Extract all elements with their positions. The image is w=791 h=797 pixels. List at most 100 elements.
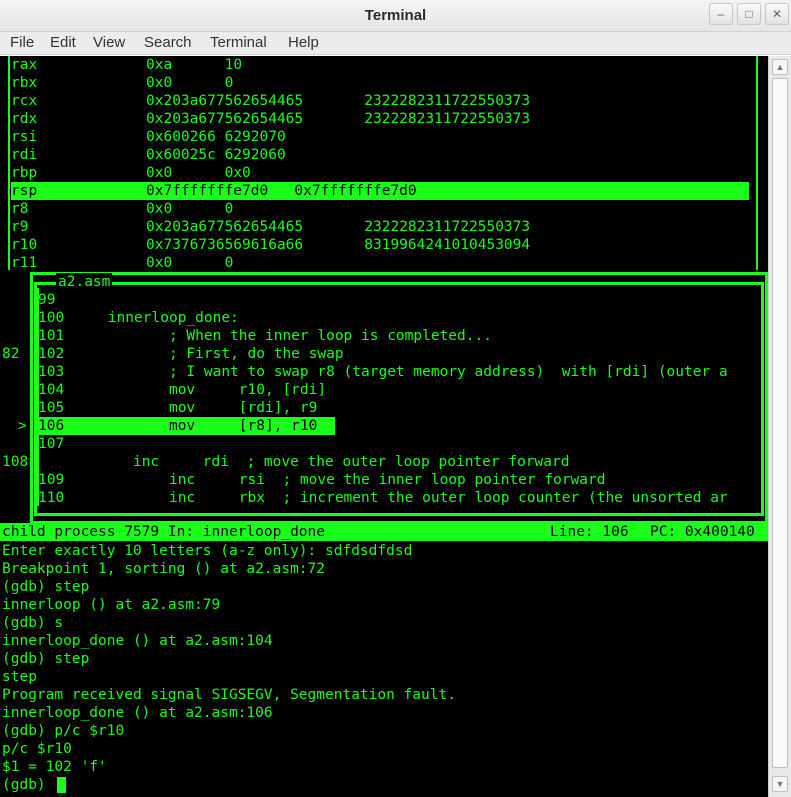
register-hex-value: 0x203a677562654465 <box>146 219 304 235</box>
register-row-rbx: rbx 0x0 0 <box>11 74 233 92</box>
console-line: (gdb) step <box>2 579 90 595</box>
source-line-100[interactable]: 100 innerloop_done: <box>38 309 239 327</box>
register-spacer <box>303 111 364 127</box>
console-line: innerloop () at a2.asm:79 <box>2 597 221 613</box>
register-hex-value: 0xa <box>146 57 173 73</box>
scroll-down-icon[interactable]: ▼ <box>772 776 788 792</box>
menu-terminal[interactable]: Terminal <box>208 34 269 51</box>
register-spacer <box>172 57 224 73</box>
register-name: r9 <box>11 219 29 235</box>
register-hex-value: 0x203a677562654465 <box>146 111 304 127</box>
register-row-rsp: rsp 0x7fffffffe7d0 0x7fffffffe7d0 <box>11 182 749 200</box>
register-row-rsi: rsi 0x600266 6292070 <box>11 128 286 146</box>
register-row-rcx: rcx 0x203a677562654465 232228231172255037… <box>11 92 530 110</box>
source-line-101[interactable]: 101 ; When the inner loop is completed..… <box>38 327 492 345</box>
menu-search[interactable]: Search <box>142 34 194 51</box>
register-name: r11 <box>11 255 38 271</box>
source-line-code: ; When the inner loop is completed... <box>64 328 492 344</box>
minimize-icon[interactable]: – <box>709 3 733 25</box>
register-hex-value: 0x0 <box>146 201 173 217</box>
register-row-r11: r11 0x0 0 <box>11 254 233 272</box>
source-line-number: 105 <box>38 400 65 416</box>
console-line: Enter exactly 10 letters (a-z only): sdf… <box>2 543 413 559</box>
menu-edit[interactable]: Edit <box>48 34 78 51</box>
register-natural-value: 0x7fffffffe7d0 <box>294 183 417 199</box>
register-hex-value: 0x0 <box>146 255 173 271</box>
register-name: rdi <box>11 147 38 163</box>
register-spacer <box>216 129 225 145</box>
register-hex-value: 0x7fffffffe7d0 <box>146 183 269 199</box>
window-titlebar[interactable]: Terminal – □ ✕ <box>0 0 791 32</box>
source-window-title: a2.asm <box>56 273 113 291</box>
register-natural-value: 2322282311722550373 <box>364 219 531 235</box>
console-line: (gdb) step <box>2 651 90 667</box>
console-line: innerloop_done () at a2.asm:104 <box>2 633 273 649</box>
menu-view[interactable]: View <box>91 34 127 51</box>
source-line-code: mov r10, [rdi] <box>64 382 327 398</box>
register-hex-value: 0x0 <box>146 165 173 181</box>
terminal-scrollbar[interactable]: ▲ ▼ <box>768 56 791 797</box>
close-icon[interactable]: ✕ <box>765 3 789 25</box>
maximize-icon[interactable]: □ <box>737 3 761 25</box>
register-row-r9: r9 0x203a677562654465 2322282311722550373 <box>11 218 530 236</box>
register-natural-value: 0 <box>224 201 234 217</box>
register-row-rax: rax 0xa 10 <box>11 56 242 74</box>
scroll-up-icon[interactable]: ▲ <box>772 59 788 75</box>
register-natural-value: 0x0 <box>224 165 251 181</box>
source-line-104[interactable]: 104 mov r10, [rdi] <box>38 381 326 399</box>
source-line-number: 104 <box>38 382 65 398</box>
window-title: Terminal <box>364 7 427 24</box>
register-name: rsp <box>11 183 38 199</box>
register-name: rdx <box>11 111 38 127</box>
source-line-108[interactable]: 108 inc rdi ; move the outer loop pointe… <box>2 453 569 471</box>
scrollbar-thumb[interactable] <box>772 78 788 768</box>
source-line-code: inc rsi ; move the inner loop pointer fo… <box>64 472 606 488</box>
source-line-103[interactable]: 103 ; I want to swap r8 (target memory a… <box>38 363 728 381</box>
status-process: child process 7579 In: innerloop_done <box>2 524 326 540</box>
register-hex-value: 0x600266 <box>146 129 216 145</box>
register-row-rdx: rdx 0x203a677562654465 232228231172255037… <box>11 110 530 128</box>
register-natural-value: 2322282311722550373 <box>364 111 531 127</box>
register-name: r10 <box>11 237 38 253</box>
register-row-r8: r8 0x0 0 <box>11 200 233 218</box>
menu-file[interactable]: File <box>8 34 36 51</box>
register-spacer <box>303 237 364 253</box>
source-line-number: 101 <box>38 328 65 344</box>
register-name: rax <box>11 57 38 73</box>
current-line-arrow: > <box>18 418 27 434</box>
source-line-code: ; I want to swap r8 (target memory addre… <box>64 364 728 380</box>
register-natural-value: 2322282311722550373 <box>364 93 531 109</box>
source-line-110[interactable]: 110 inc rbx ; increment the outer loop c… <box>38 489 728 507</box>
console-line: innerloop_done () at a2.asm:106 <box>2 705 273 721</box>
status-pc: PC: 0x400140 <box>650 524 755 540</box>
status-line: Line: 106 <box>550 524 629 540</box>
register-window-right-border <box>756 56 758 270</box>
source-line-102[interactable]: 102 ; First, do the swap <box>38 345 344 363</box>
register-hex-value: 0x7376736569616a66 <box>146 237 304 253</box>
menu-help[interactable]: Help <box>286 34 321 51</box>
register-spacer <box>303 93 364 109</box>
register-natural-value: 6292070 <box>224 129 286 145</box>
source-line-99[interactable]: 99 <box>38 291 64 309</box>
text-cursor <box>57 777 66 793</box>
console-line: (gdb) s <box>2 615 64 631</box>
source-line-107[interactable]: 107 <box>38 435 73 453</box>
gdb-status-bar: child process 7579 In: innerloop_done Li… <box>0 523 768 541</box>
source-line-109[interactable]: 109 inc rsi ; move the inner loop pointe… <box>38 471 605 489</box>
terminal-view[interactable]: rax 0xa 10 rbx 0x0 0 rcx 0x203a677562654465 2… <box>0 56 768 797</box>
console-line: Breakpoint 1, sorting () at a2.asm:72 <box>2 561 326 577</box>
source-line-code: innerloop_done: <box>64 310 239 326</box>
source-line-105[interactable]: 105 mov [rdi], r9 <box>38 399 317 417</box>
console-line: Program received signal SIGSEGV, Segment… <box>2 687 456 703</box>
register-hex-value: 0x0 <box>146 75 173 91</box>
register-row-r10: r10 0x7376736569616a66 831996424101045309… <box>11 236 530 254</box>
register-spacer <box>303 219 364 235</box>
source-line-code: inc rdi ; move the outer loop pointer fo… <box>28 454 570 470</box>
register-spacer <box>268 183 294 199</box>
source-line-number: 102 <box>38 346 65 362</box>
register-name: rbp <box>11 165 38 181</box>
source-line-number: 100 <box>38 310 65 326</box>
source-line-106[interactable]: 106 mov [r8], r10 <box>38 417 335 435</box>
source-line-code: mov [r8], r10 <box>64 418 318 434</box>
register-natural-value: 10 <box>224 57 243 73</box>
